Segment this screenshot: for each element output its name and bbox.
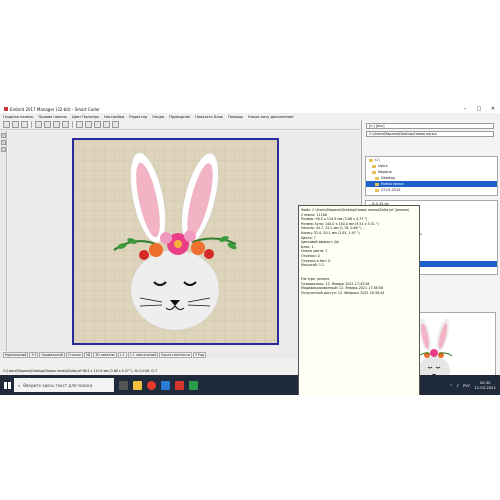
copy-icon[interactable] [53, 121, 60, 128]
tooltip-line: Полученный доступ: 12. Февраль 2021 20:3… [301, 290, 385, 295]
file-info-tooltip: Файл: C:\Users\Марина\Desktop\Новая папк… [298, 205, 420, 395]
tab-3-row[interactable]: 3 Ряд [193, 352, 207, 358]
flower-red [139, 250, 149, 260]
tab-1-1-pixel[interactable]: 1:1 пиксельный [127, 352, 159, 358]
leaf [219, 236, 229, 242]
tree-item-label: Марина [378, 170, 392, 174]
taskbar-search[interactable]: ⌕ Введите здесь текст для поиска [14, 378, 114, 392]
select-tool-icon[interactable] [1, 133, 6, 138]
embird-app-icon[interactable] [175, 380, 184, 390]
browser-icon[interactable] [147, 380, 156, 390]
folder-icon [375, 188, 379, 192]
window-controls: – □ ✕ [458, 105, 500, 113]
store-icon[interactable] [161, 380, 170, 390]
menu-item-left-panel[interactable]: Гродная панель [3, 115, 34, 119]
drive-select[interactable]: [c:] [dvc] [366, 123, 494, 129]
tree-item-label: C:\ [375, 158, 380, 162]
tab-3d[interactable]: 3D [83, 352, 93, 358]
menu-item-palette[interactable]: Цвет Палитры [72, 115, 99, 119]
path-field-value: C:\Users\Марина\Desktop\Новая папка [369, 132, 437, 136]
tree-item-label: Desktop [381, 176, 395, 180]
tooltip-line: Файл: C:\Users\Марина\Desktop\Новая папк… [301, 208, 410, 212]
maximize-button[interactable]: □ [472, 105, 486, 113]
tab-3-1[interactable]: 3:1 [29, 352, 39, 358]
menu-item-right-panel[interactable]: Правая панель [39, 115, 67, 119]
drive-select-value: [c:] [dvc] [369, 124, 385, 128]
new-file-icon[interactable] [3, 121, 10, 128]
status-text: C:\Users\Марина\Desktop\Новая папка\Zaik… [3, 369, 158, 373]
zoom-in-icon[interactable] [76, 121, 83, 128]
toolbar [0, 120, 360, 130]
cut-icon[interactable] [44, 121, 51, 128]
zoom-out-icon[interactable] [85, 121, 92, 128]
tab-1-1[interactable]: 1:1 [117, 352, 127, 358]
tree-item-label: Новая папка [381, 182, 404, 186]
menu-bar: Гродная панель Правая панель Цвет Палитр… [0, 113, 360, 120]
mirror-icon[interactable] [103, 121, 110, 128]
embroidery-hoop[interactable] [72, 138, 279, 345]
search-icon: ⌕ [18, 382, 21, 388]
minimize-button[interactable]: – [458, 105, 472, 113]
tree-item[interactable]: 27.01.2015 [366, 187, 497, 193]
close-button[interactable]: ✕ [486, 105, 500, 113]
tree-item-label: Users [378, 164, 388, 168]
notifications-icon[interactable]: ^ [449, 383, 452, 388]
paste-icon[interactable] [62, 121, 69, 128]
menu-item-editor[interactable]: Редактор [129, 115, 147, 119]
bunny-head [130, 249, 220, 331]
move-tool-icon[interactable] [1, 140, 6, 145]
flower-orange-left [149, 243, 163, 257]
clock[interactable]: 20:30 12.03.2021 [474, 380, 496, 390]
app-icon[interactable] [189, 380, 198, 390]
windows-logo-icon [3, 381, 11, 389]
grid-icon[interactable] [112, 121, 119, 128]
menu-item-addons[interactable]: Какое хочу дополнение [248, 115, 293, 119]
task-view-icon[interactable] [119, 380, 128, 390]
left-tool-strip [0, 131, 7, 351]
volume-icon[interactable]: ♪ [457, 383, 459, 388]
title-bar: Embird 2017 Manager (32-bit) - Smart Cod… [0, 105, 500, 113]
windows-taskbar: ⌕ Введите здесь текст для поиска [0, 375, 500, 395]
folder-icon [369, 158, 373, 162]
language-indicator[interactable]: РУС [463, 383, 470, 388]
folder-icon [372, 164, 376, 168]
menu-item-show-block[interactable]: Показать Блок [195, 115, 223, 119]
folder-icon [375, 182, 379, 186]
flower-orange-right [191, 241, 205, 255]
flower-pink-small [160, 232, 172, 244]
window-title: Embird 2017 Manager (32-bit) - Smart Cod… [10, 106, 100, 112]
open-folder-icon[interactable] [12, 121, 19, 128]
menu-item-help[interactable]: Помощь [228, 115, 243, 119]
tab-normal[interactable]: Нормальный [3, 352, 29, 358]
app-icon [4, 107, 8, 111]
flower-center [174, 240, 182, 248]
tab-stitches[interactable]: Стежки [65, 352, 83, 358]
file-explorer-icon[interactable] [133, 380, 142, 390]
save-icon[interactable] [21, 121, 28, 128]
rotate-icon[interactable] [94, 121, 101, 128]
tab-3d-pixels[interactable]: 3D пиксели [93, 352, 117, 358]
folder-icon [372, 170, 376, 174]
system-tray: ^ ♪ РУС 20:30 12.03.2021 [449, 375, 496, 395]
toolbar-divider [31, 121, 32, 128]
clock-date: 12.03.2021 [474, 385, 496, 390]
toolbar-divider [72, 121, 73, 128]
flower-red [204, 249, 214, 259]
path-field[interactable]: C:\Users\Марина\Desktop\Новая папка [366, 131, 494, 137]
folder-tree[interactable]: C:\ Users Марина Desktop Новая папка 27.… [365, 156, 498, 196]
folder-icon [375, 176, 379, 180]
tab-normal-2[interactable]: Нормальный [39, 352, 65, 358]
menu-item-settings[interactable]: Настройки [104, 115, 124, 119]
start-button[interactable] [0, 375, 14, 395]
flower-pink-small [184, 230, 196, 242]
menu-item-options[interactable]: Опция [152, 115, 164, 119]
taskbar-search-placeholder: Введите здесь текст для поиска [23, 382, 93, 388]
bunny-design [113, 152, 237, 331]
print-icon[interactable] [35, 121, 42, 128]
zoom-tool-icon[interactable] [1, 147, 6, 152]
tab-density-map[interactable]: Карта плотности [159, 352, 192, 358]
menu-item-explorer[interactable]: Проводник [169, 115, 190, 119]
tree-item-label: 27.01.2015 [381, 188, 401, 192]
